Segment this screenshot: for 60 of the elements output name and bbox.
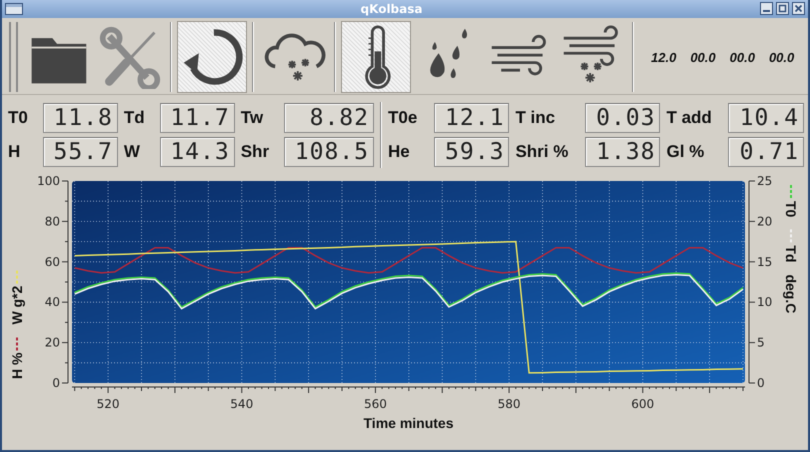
- reading-value: 12.0: [651, 50, 676, 65]
- readout-label: T add: [666, 108, 713, 128]
- tools-icon: [98, 25, 162, 90]
- readout-label: Shri %: [515, 142, 570, 162]
- tick-label: 5: [757, 336, 765, 350]
- series-label: T0: [783, 201, 799, 218]
- tick-label: 10: [757, 295, 772, 310]
- series-label: W g*2: [9, 286, 25, 325]
- lcd-display: 0.03: [584, 102, 660, 133]
- lcd-display: 12.1: [434, 102, 510, 133]
- reading-value: 00.0: [768, 50, 794, 65]
- toolbar-button[interactable]: [177, 21, 247, 94]
- lcd-display: 10.4: [728, 102, 804, 133]
- tick-label: 520: [96, 397, 120, 411]
- tick-label: 0: [757, 376, 765, 390]
- tick-label: 40: [44, 295, 60, 310]
- close-icon[interactable]: [792, 2, 805, 16]
- readout-label: W: [124, 142, 141, 162]
- readout-label: H: [8, 142, 22, 162]
- lcd-display: 59.3: [434, 136, 510, 167]
- series-label: Td: [783, 245, 799, 262]
- tick-label: 580: [498, 397, 521, 411]
- toolbar-button[interactable]: [341, 21, 411, 94]
- readout-label: Tw: [240, 108, 264, 128]
- minimize-icon[interactable]: [760, 2, 773, 16]
- tick-label: 60: [44, 254, 60, 269]
- reading-value: 00.0: [690, 50, 716, 65]
- tick-label: 20: [757, 214, 772, 228]
- tick-label: 25: [757, 176, 772, 188]
- tick-label: 0: [52, 376, 60, 390]
- window-menu-icon[interactable]: [5, 2, 23, 15]
- lcd-display: 55.7: [43, 136, 118, 167]
- tick-label: 560: [364, 397, 387, 411]
- lcd-display: 8.82: [284, 102, 374, 133]
- maximize-icon[interactable]: [776, 2, 789, 16]
- readout-label: T0: [8, 108, 29, 128]
- lcd-display: 108.5: [284, 136, 374, 167]
- readout-label: Shr: [240, 142, 270, 162]
- tick-label: 100: [37, 176, 60, 188]
- readout-label: Td: [124, 108, 146, 128]
- tick-label: 15: [757, 254, 772, 269]
- lcd-display: 0.71: [728, 136, 804, 167]
- lcd-display: 1.38: [584, 136, 660, 167]
- toolbar-grip[interactable]: [9, 22, 18, 92]
- x-axis-title: Time minutes: [364, 415, 454, 431]
- readout-label: T inc: [515, 108, 556, 128]
- tick-label: 20: [44, 336, 60, 350]
- readout-label: He: [388, 142, 411, 162]
- tick-label: 80: [44, 214, 60, 228]
- lcd-display: 14.3: [160, 136, 235, 167]
- tick-label: 540: [230, 397, 254, 411]
- lcd-display: 11.7: [160, 102, 235, 133]
- axis-title: deg.C: [783, 274, 799, 314]
- readout-label: Gl %: [666, 142, 706, 162]
- readout-label: T0e: [388, 108, 418, 128]
- tick-label: 600: [631, 397, 654, 411]
- lcd-display: 11.8: [43, 102, 118, 133]
- series-label: H %: [9, 352, 25, 379]
- window-title: qKolbasa: [360, 2, 424, 16]
- reading-value: 00.0: [730, 50, 755, 65]
